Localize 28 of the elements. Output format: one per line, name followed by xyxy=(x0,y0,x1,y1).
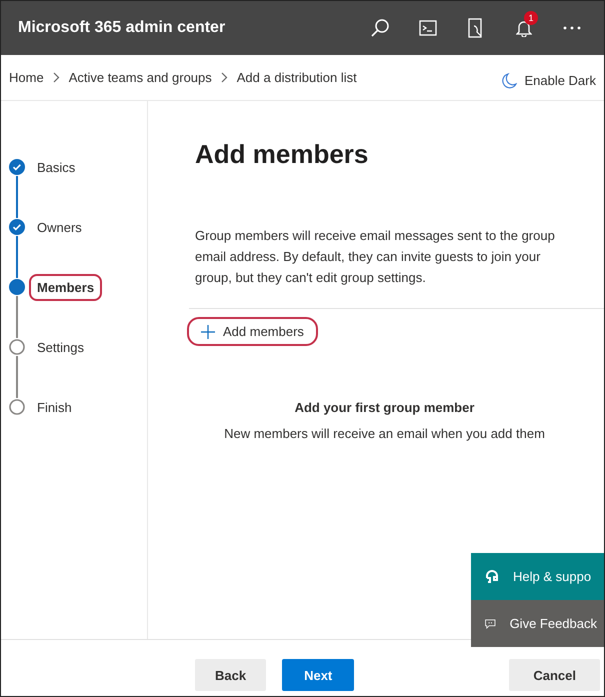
help-button[interactable]: Help & suppo xyxy=(471,553,604,600)
chevron-icon xyxy=(220,72,228,83)
headset-icon xyxy=(485,568,499,584)
breadcrumb-link[interactable]: Home xyxy=(9,70,44,85)
breadcrumb-link[interactable]: Add a distribution list xyxy=(236,70,357,85)
add-members-button[interactable]: Add members xyxy=(187,317,318,346)
empty-state-title: Add your first group member xyxy=(294,400,474,415)
step-label[interactable]: Basics xyxy=(29,154,84,180)
step-label[interactable]: Members xyxy=(29,274,102,300)
footer-button[interactable]: Cancel xyxy=(509,659,600,691)
plus-icon xyxy=(201,324,215,338)
page-heading: Add members xyxy=(195,139,370,170)
footer-button[interactable]: Next xyxy=(282,659,354,691)
notification-badge: 1 xyxy=(524,11,538,25)
step-label[interactable]: Finish xyxy=(29,394,80,420)
feedback-button[interactable]: Give Feedback xyxy=(471,600,604,647)
notifications-button[interactable]: 1 xyxy=(500,8,548,48)
step-label[interactable]: Owners xyxy=(29,214,90,240)
bell-icon xyxy=(516,19,532,37)
description-text: Group members will receive email messages sent to the group email address. By default, they can invite guests to join your group, but they can't edit group settings. xyxy=(195,227,556,287)
breadcrumb-link[interactable]: Active teams and groups xyxy=(68,70,212,85)
step-label[interactable]: Settings xyxy=(29,334,92,360)
chevron-icon xyxy=(52,72,60,83)
app-title: Microsoft 365 admin center xyxy=(18,19,226,37)
moon-icon xyxy=(502,72,518,88)
dark-mode-toggle[interactable]: Enable Dark xyxy=(502,72,596,88)
empty-state-text: New members will receive an email when you add them xyxy=(224,426,545,441)
footer-button[interactable]: Back xyxy=(195,659,266,691)
